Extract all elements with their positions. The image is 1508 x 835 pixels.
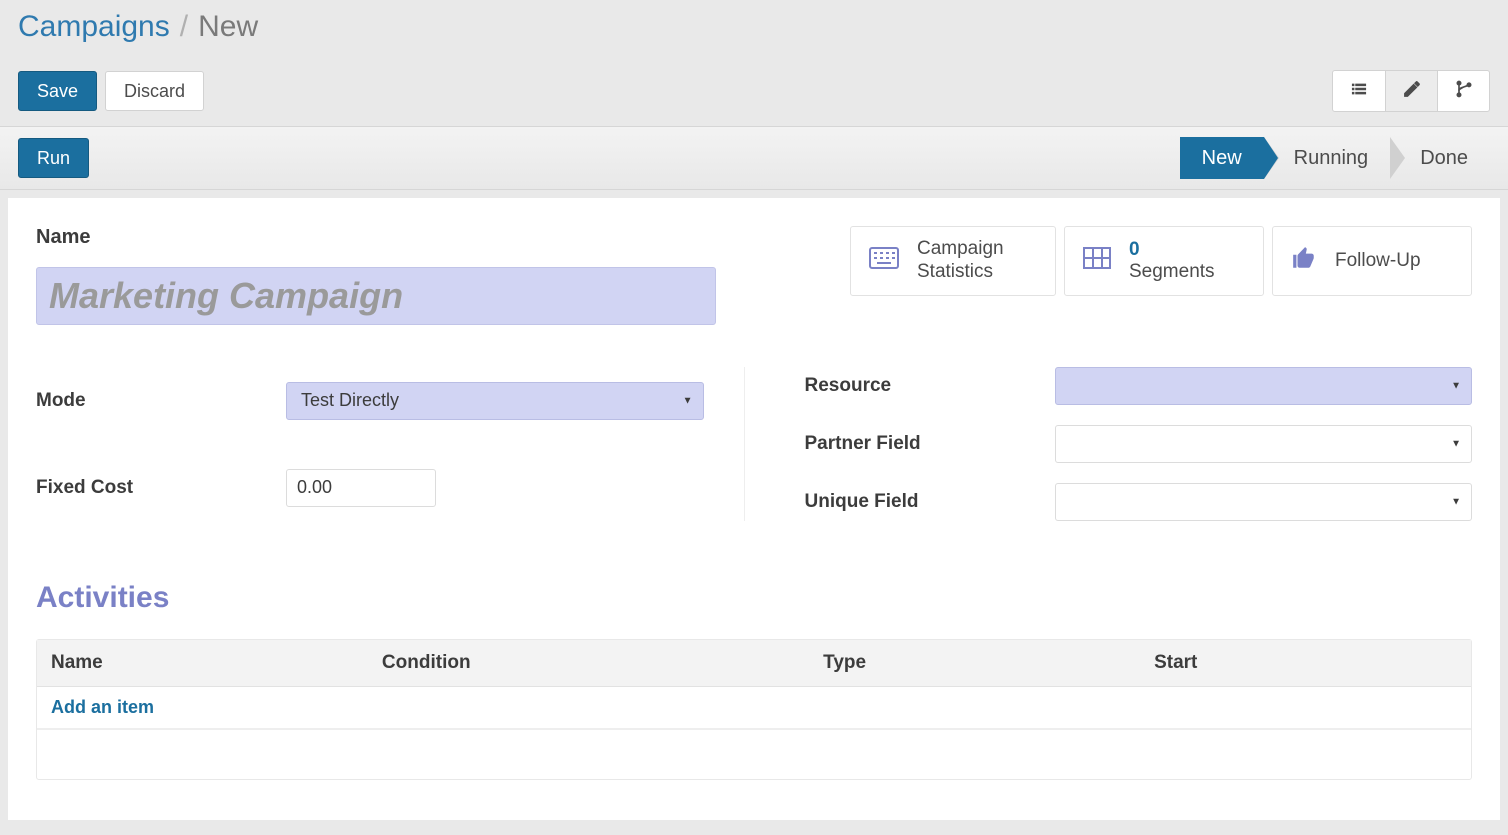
segments-count: 0	[1129, 239, 1215, 261]
keyboard-icon	[869, 247, 899, 275]
col-name: Name	[37, 640, 368, 686]
followup-button[interactable]: Follow-Up	[1272, 226, 1472, 296]
activities-title: Activities	[36, 581, 1472, 615]
add-item-link[interactable]: Add an item	[51, 697, 154, 717]
partner-field-label: Partner Field	[805, 433, 1055, 455]
stage-running[interactable]: Running	[1264, 137, 1391, 179]
edit-icon	[1402, 79, 1422, 103]
segments-label: Segments	[1129, 261, 1215, 283]
view-switch	[1332, 70, 1490, 112]
branch-view-button[interactable]	[1437, 71, 1489, 111]
statusbar: Run New Running Done	[0, 126, 1508, 190]
list-icon	[1349, 79, 1369, 103]
breadcrumb-separator: /	[180, 10, 188, 44]
table-row: Add an item	[37, 687, 1471, 729]
discard-button[interactable]: Discard	[105, 71, 204, 111]
stage-done-label: Done	[1420, 147, 1468, 170]
fixed-cost-input[interactable]	[286, 469, 436, 507]
action-bar: Save Discard	[18, 70, 1490, 112]
mode-label: Mode	[36, 390, 286, 412]
activities-thead: Name Condition Type Start	[37, 640, 1471, 687]
stage-new[interactable]: New	[1180, 137, 1264, 179]
topbar: Campaigns / New Save Discard	[0, 0, 1508, 126]
table-footer	[37, 729, 1471, 779]
campaign-statistics-button[interactable]: Campaign Statistics	[850, 226, 1056, 296]
breadcrumb: Campaigns / New	[18, 10, 1490, 44]
thumbs-up-icon	[1291, 245, 1317, 277]
unique-field-select[interactable]	[1055, 483, 1473, 521]
list-view-button[interactable]	[1333, 71, 1385, 111]
col-start: Start	[1140, 640, 1471, 686]
save-button[interactable]: Save	[18, 71, 97, 111]
activities-table: Name Condition Type Start Add an item	[36, 639, 1472, 780]
grid-icon	[1083, 247, 1111, 275]
form-sheet: Name Campaign Statistics	[8, 198, 1500, 820]
mode-select[interactable]: Test Directly	[286, 382, 704, 420]
breadcrumb-parent-link[interactable]: Campaigns	[18, 10, 170, 44]
resource-label: Resource	[805, 375, 1055, 397]
stage-indicator: New Running Done	[1180, 137, 1490, 179]
mode-value: Test Directly	[301, 390, 399, 411]
followup-label: Follow-Up	[1335, 250, 1421, 272]
resource-select[interactable]	[1055, 367, 1473, 405]
name-label: Name	[36, 226, 776, 249]
stage-running-label: Running	[1294, 147, 1369, 170]
campaign-statistics-label: Campaign Statistics	[917, 238, 1037, 284]
name-input[interactable]	[36, 267, 716, 325]
branch-icon	[1454, 79, 1474, 103]
unique-field-label: Unique Field	[805, 491, 1055, 513]
fixed-cost-label: Fixed Cost	[36, 477, 286, 499]
stage-new-label: New	[1202, 147, 1242, 170]
form-view-button[interactable]	[1385, 71, 1437, 111]
col-condition: Condition	[368, 640, 809, 686]
col-type: Type	[809, 640, 1140, 686]
run-button[interactable]: Run	[18, 138, 89, 178]
partner-field-select[interactable]	[1055, 425, 1473, 463]
breadcrumb-current: New	[198, 10, 258, 44]
segments-button[interactable]: 0 Segments	[1064, 226, 1264, 296]
